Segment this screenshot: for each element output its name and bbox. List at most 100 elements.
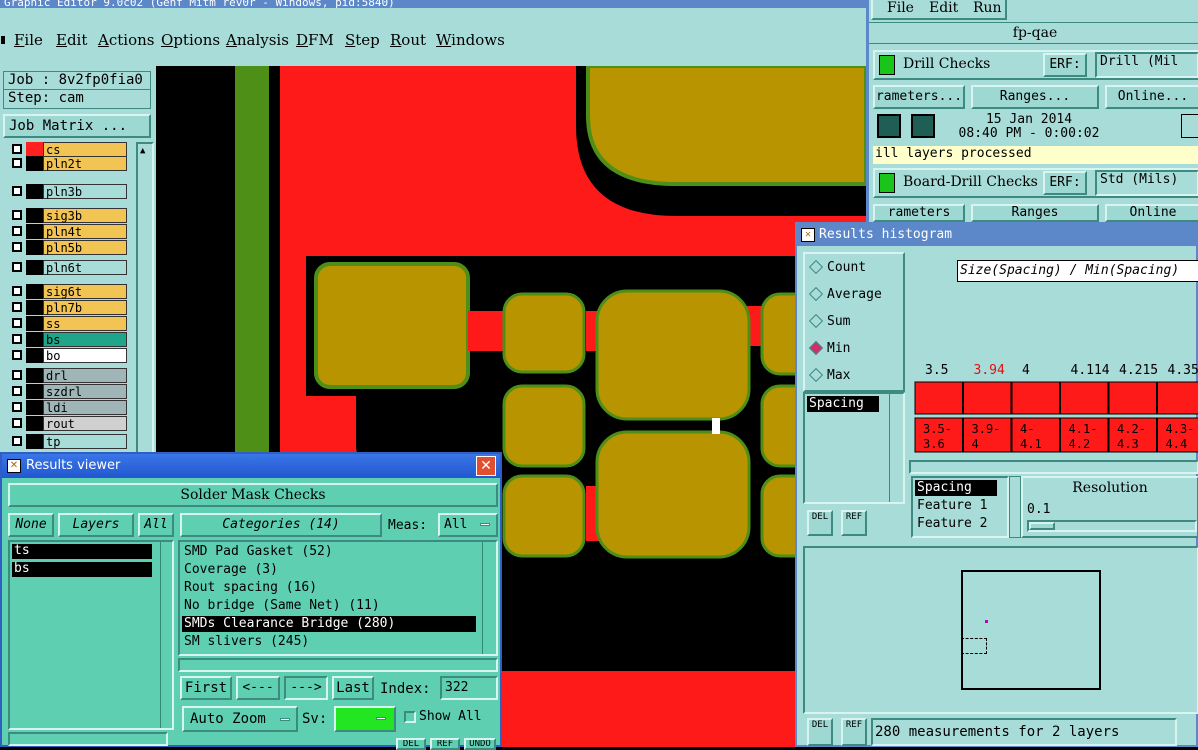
layer-name[interactable]: tp bbox=[43, 434, 127, 449]
parameters-button[interactable]: rameters... bbox=[873, 85, 965, 109]
menu-dfm[interactable]: DFM bbox=[296, 31, 334, 49]
none-button[interactable]: None bbox=[8, 513, 54, 537]
menu-edit[interactable]: Edit bbox=[56, 31, 87, 49]
layer-checkbox[interactable] bbox=[12, 402, 22, 412]
category-item[interactable]: No bridge (Same Net) (11) bbox=[182, 598, 476, 614]
layer-name[interactable]: bs bbox=[43, 332, 127, 347]
layer-name[interactable]: pln2t bbox=[43, 156, 127, 171]
layer-checkbox[interactable] bbox=[12, 318, 22, 328]
parameters-button-2[interactable]: rameters bbox=[873, 204, 965, 222]
layer-checkbox[interactable] bbox=[12, 350, 22, 360]
run-icon[interactable] bbox=[877, 114, 901, 138]
histogram-bar[interactable] bbox=[964, 382, 1012, 414]
field-list-scrollbar[interactable] bbox=[889, 394, 903, 502]
category-item[interactable]: SMDs Clearance Bridge (280) bbox=[182, 616, 476, 632]
layer-row[interactable]: sig6t bbox=[9, 284, 127, 299]
category-scrollbar[interactable] bbox=[482, 542, 496, 654]
layer-row[interactable]: pln2t bbox=[9, 156, 127, 171]
board-erf-value[interactable]: Std (Mils) bbox=[1095, 170, 1198, 196]
layer-name[interactable]: sig6t bbox=[43, 284, 127, 299]
layer-row[interactable]: rout bbox=[9, 416, 127, 431]
layer-row[interactable]: pln3b bbox=[9, 184, 127, 199]
drill-icon[interactable] bbox=[879, 55, 895, 75]
rv-ref-button[interactable]: REF bbox=[430, 738, 460, 750]
layer-checkbox[interactable] bbox=[12, 334, 22, 344]
layer-name[interactable]: sig3b bbox=[43, 208, 127, 223]
auto-zoom-dropdown[interactable]: Auto Zoom bbox=[182, 706, 298, 732]
layer-name[interactable]: ss bbox=[43, 316, 127, 331]
layer-row[interactable]: bo bbox=[9, 348, 127, 363]
category-item[interactable]: SM slivers (245) bbox=[182, 634, 476, 650]
online-button[interactable]: Online... bbox=[1105, 85, 1198, 109]
rv-window-menu-icon[interactable]: ✕ bbox=[7, 459, 21, 473]
categories-button[interactable]: Categories (14) bbox=[180, 513, 382, 537]
ranges-button-2[interactable]: Ranges bbox=[971, 204, 1099, 222]
histogram-bar[interactable] bbox=[1061, 382, 1109, 414]
menu-step[interactable]: Step bbox=[345, 31, 380, 49]
resolution-slider-thumb[interactable] bbox=[1029, 522, 1055, 530]
layer-name[interactable]: pln3b bbox=[43, 184, 127, 199]
measure-item[interactable]: Feature 2 bbox=[915, 516, 997, 532]
menu-options[interactable]: Options bbox=[161, 31, 220, 49]
rv-layer-scrollbar[interactable] bbox=[160, 542, 172, 728]
show-all-checkbox[interactable] bbox=[404, 711, 416, 723]
board-drill-icon[interactable] bbox=[879, 173, 895, 193]
sv-color-dropdown[interactable] bbox=[334, 706, 396, 732]
measure-item[interactable]: Feature 1 bbox=[915, 498, 997, 514]
layer-name[interactable]: ldi bbox=[43, 400, 127, 415]
layer-name[interactable]: pln6t bbox=[43, 260, 127, 275]
layer-checkbox[interactable] bbox=[12, 436, 22, 446]
scroll-up-icon[interactable]: ▲ bbox=[140, 146, 150, 156]
layer-row[interactable]: pln6t bbox=[9, 260, 127, 275]
rv-undo-button[interactable]: UNDO bbox=[464, 738, 496, 750]
last-button[interactable]: Last bbox=[332, 676, 374, 700]
measure-list-scrollbar[interactable] bbox=[1009, 476, 1021, 538]
radio-icon[interactable] bbox=[809, 341, 823, 355]
radio-icon[interactable] bbox=[809, 314, 823, 328]
prev-button[interactable]: <--- bbox=[236, 676, 280, 700]
layer-checkbox[interactable] bbox=[12, 386, 22, 396]
radio-icon[interactable] bbox=[809, 260, 823, 274]
histogram-bar[interactable] bbox=[915, 382, 963, 414]
measure-item[interactable]: Spacing bbox=[915, 480, 997, 496]
layer-row[interactable]: szdrl bbox=[9, 384, 127, 399]
layer-checkbox[interactable] bbox=[12, 302, 22, 312]
layer-row[interactable]: drl bbox=[9, 368, 127, 383]
layer-name[interactable]: pln5b bbox=[43, 240, 127, 255]
preview-del-button[interactable]: DEL bbox=[807, 718, 833, 746]
online-button-2[interactable]: Online bbox=[1105, 204, 1198, 222]
menu-windows[interactable]: Windows bbox=[436, 31, 505, 49]
category-item[interactable]: Rout spacing (16) bbox=[182, 580, 476, 596]
drill-erf-button[interactable]: ERF: bbox=[1043, 53, 1087, 77]
histogram-field-item[interactable]: Spacing bbox=[807, 396, 879, 412]
layer-checkbox[interactable] bbox=[12, 370, 22, 380]
rv-layer-item[interactable]: ts bbox=[12, 544, 152, 559]
category-item[interactable]: SMD Pad Gasket (52) bbox=[182, 544, 476, 560]
menu-actions[interactable]: Actions bbox=[98, 31, 154, 49]
radio-icon[interactable] bbox=[809, 368, 823, 382]
layer-row[interactable]: pln7b bbox=[9, 300, 127, 315]
layer-row[interactable]: pln4t bbox=[9, 224, 127, 239]
rv-del-button[interactable]: DEL bbox=[396, 738, 426, 750]
resolution-slider[interactable] bbox=[1027, 520, 1197, 532]
layer-row[interactable]: sig3b bbox=[9, 208, 127, 223]
menu-rout[interactable]: Rout bbox=[390, 31, 426, 49]
check-name-header[interactable]: Solder Mask Checks bbox=[8, 483, 498, 507]
layer-checkbox[interactable] bbox=[12, 242, 22, 252]
window-menu-icon[interactable]: ✕ bbox=[801, 228, 815, 242]
rv-layer-hscroll[interactable] bbox=[8, 732, 168, 746]
layer-checkbox[interactable] bbox=[12, 158, 22, 168]
layer-checkbox[interactable] bbox=[12, 144, 22, 154]
menu-analysis[interactable]: Analysis bbox=[226, 31, 289, 49]
layer-checkbox[interactable] bbox=[12, 418, 22, 428]
zoom-icon[interactable] bbox=[1181, 114, 1198, 138]
index-input[interactable]: 322 bbox=[440, 676, 498, 700]
drill-erf-value[interactable]: Drill (Mil bbox=[1095, 52, 1198, 78]
dfm-menu-run[interactable]: Run bbox=[973, 0, 1002, 16]
layer-name[interactable]: drl bbox=[43, 368, 127, 383]
histogram-hscroll[interactable] bbox=[909, 460, 1198, 474]
meas-dropdown[interactable]: All bbox=[438, 513, 498, 537]
layer-name[interactable]: cs bbox=[43, 142, 127, 157]
rv-layer-item[interactable]: bs bbox=[12, 562, 152, 577]
category-item[interactable]: Coverage (3) bbox=[182, 562, 476, 578]
